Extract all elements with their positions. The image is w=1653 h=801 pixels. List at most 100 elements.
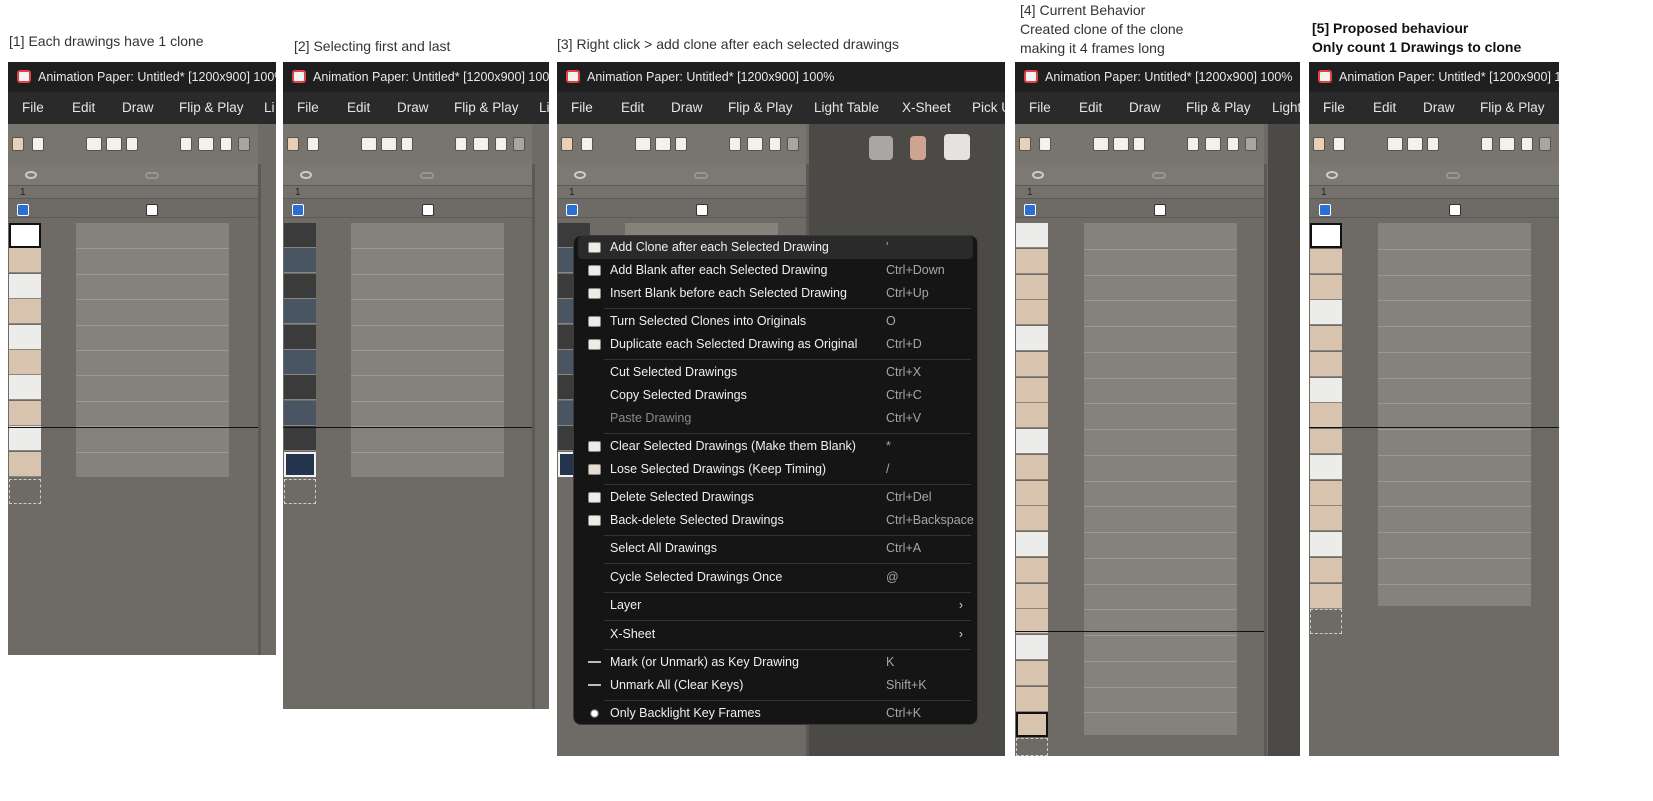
clone-cell[interactable] bbox=[1016, 352, 1048, 377]
paper-icon[interactable] bbox=[307, 137, 319, 151]
drawing-cell[interactable] bbox=[1310, 223, 1342, 248]
clone-cell-selected[interactable] bbox=[284, 299, 316, 324]
xsheet-double-icon[interactable] bbox=[473, 137, 489, 151]
menu-pick[interactable]: Pick U bbox=[972, 92, 1005, 124]
add-drawing-icon[interactable] bbox=[1387, 137, 1403, 151]
xsheet-single-icon[interactable] bbox=[495, 137, 507, 151]
menu-light-table[interactable]: Light Table bbox=[814, 92, 879, 124]
divide-icon[interactable] bbox=[1133, 137, 1145, 151]
peg-icon[interactable] bbox=[238, 137, 250, 151]
clone-cell[interactable] bbox=[9, 248, 41, 273]
onion-skin-icon[interactable] bbox=[1313, 137, 1325, 151]
splitter[interactable] bbox=[258, 164, 261, 655]
divide-icon[interactable] bbox=[675, 137, 687, 151]
ctx-insert-blank[interactable]: Insert Blank before each Selected Drawin… bbox=[578, 282, 973, 305]
drawing-cell[interactable] bbox=[1016, 429, 1048, 454]
drawing-cell[interactable] bbox=[1310, 300, 1342, 325]
clone-mode-icon[interactable] bbox=[1024, 204, 1036, 216]
add-drawing-icon[interactable] bbox=[1093, 137, 1109, 151]
splitter[interactable] bbox=[532, 164, 535, 709]
drawing-cell[interactable] bbox=[9, 325, 41, 350]
menu-draw[interactable]: Draw bbox=[671, 92, 703, 124]
xsheet-double-icon[interactable] bbox=[198, 137, 214, 151]
clone-cell[interactable] bbox=[1016, 455, 1048, 480]
light-table-pencil-icon[interactable] bbox=[910, 136, 926, 160]
paper-icon[interactable] bbox=[1333, 137, 1345, 151]
dice-icon[interactable] bbox=[1407, 137, 1423, 151]
paper-icon[interactable] bbox=[581, 137, 593, 151]
drawing-cell[interactable] bbox=[1016, 635, 1048, 660]
clone-cell[interactable] bbox=[1016, 300, 1048, 325]
menu-flip-play[interactable]: Flip & Play bbox=[1480, 92, 1545, 124]
xsheet-single-icon[interactable] bbox=[1227, 137, 1239, 151]
menu-light-table[interactable]: Li bbox=[264, 92, 275, 124]
pen-icon[interactable] bbox=[696, 204, 708, 216]
clone-cell[interactable] bbox=[1310, 352, 1342, 377]
ctx-cut[interactable]: Cut Selected Drawings Ctrl+X bbox=[578, 361, 973, 384]
empty-cell[interactable] bbox=[1310, 609, 1342, 634]
drawing-cell[interactable] bbox=[1016, 223, 1048, 248]
pen-icon[interactable] bbox=[146, 204, 158, 216]
clone-cell-selected[interactable] bbox=[284, 248, 316, 273]
ctx-copy[interactable]: Copy Selected Drawings Ctrl+C bbox=[578, 384, 973, 407]
pen-icon[interactable] bbox=[422, 204, 434, 216]
drawing-cell[interactable] bbox=[1016, 532, 1048, 557]
clone-cell[interactable] bbox=[1016, 481, 1048, 506]
menu-light-table[interactable]: Li bbox=[539, 92, 549, 124]
clone-cell-focused[interactable] bbox=[1016, 712, 1048, 737]
clone-cell[interactable] bbox=[1310, 584, 1342, 609]
menu-file[interactable]: File bbox=[22, 92, 44, 124]
peg-icon[interactable] bbox=[513, 137, 525, 151]
clone-cell[interactable] bbox=[9, 452, 41, 477]
canvas-area[interactable] bbox=[1268, 124, 1300, 756]
xsheet-icon[interactable] bbox=[1481, 137, 1493, 151]
drawing-cell[interactable] bbox=[9, 426, 41, 451]
menu-file[interactable]: File bbox=[1029, 92, 1051, 124]
clone-mode-icon[interactable] bbox=[566, 204, 578, 216]
clone-cell[interactable] bbox=[1310, 275, 1342, 300]
menu-file[interactable]: File bbox=[297, 92, 319, 124]
peg-icon[interactable] bbox=[787, 137, 799, 151]
onion-skin-icon[interactable] bbox=[12, 137, 24, 151]
clone-cell[interactable] bbox=[1016, 661, 1048, 686]
clone-mode-icon[interactable] bbox=[17, 204, 29, 216]
ctx-unmark-all[interactable]: Unmark All (Clear Keys) Shift+K bbox=[578, 674, 973, 697]
clone-cell[interactable] bbox=[1016, 687, 1048, 712]
ctx-backlight-keys[interactable]: Only Backlight Key Frames Ctrl+K bbox=[578, 702, 973, 725]
paper-icon[interactable] bbox=[32, 137, 44, 151]
menu-draw[interactable]: Draw bbox=[397, 92, 429, 124]
menu-draw[interactable]: Draw bbox=[1129, 92, 1161, 124]
menu-light-table[interactable]: Light bbox=[1272, 92, 1300, 124]
ctx-xsheet-submenu[interactable]: X-Sheet › bbox=[578, 623, 973, 646]
peg-icon[interactable] bbox=[1539, 137, 1551, 151]
dice-icon[interactable] bbox=[1113, 137, 1129, 151]
menu-draw[interactable]: Draw bbox=[1423, 92, 1455, 124]
drawing-cell-selected[interactable] bbox=[284, 375, 316, 400]
link-icon[interactable] bbox=[1446, 172, 1460, 179]
divide-icon[interactable] bbox=[401, 137, 413, 151]
clone-cell[interactable] bbox=[9, 401, 41, 426]
ctx-cycle[interactable]: Cycle Selected Drawings Once @ bbox=[578, 566, 973, 589]
drawing-cell[interactable] bbox=[9, 223, 41, 248]
peg-icon[interactable] bbox=[1245, 137, 1257, 151]
divide-icon[interactable] bbox=[1427, 137, 1439, 151]
ctx-clones-to-originals[interactable]: Turn Selected Clones into Originals O bbox=[578, 310, 973, 333]
clone-cell[interactable] bbox=[1310, 481, 1342, 506]
drawing-cell[interactable] bbox=[1016, 326, 1048, 351]
xsheet-icon[interactable] bbox=[455, 137, 467, 151]
eye-icon[interactable] bbox=[25, 171, 37, 179]
pen-icon[interactable] bbox=[1449, 204, 1461, 216]
dice-icon[interactable] bbox=[106, 137, 122, 151]
clone-cell[interactable] bbox=[1310, 249, 1342, 274]
clone-cell[interactable] bbox=[1310, 429, 1342, 454]
ctx-select-all[interactable]: Select All Drawings Ctrl+A bbox=[578, 537, 973, 560]
clone-cell-focused[interactable] bbox=[284, 452, 316, 477]
clone-cell[interactable] bbox=[1016, 275, 1048, 300]
menu-edit[interactable]: Edit bbox=[621, 92, 644, 124]
add-drawing-icon[interactable] bbox=[635, 137, 651, 151]
link-icon[interactable] bbox=[420, 172, 434, 179]
xsheet-double-icon[interactable] bbox=[1205, 137, 1221, 151]
empty-cell[interactable] bbox=[1016, 738, 1048, 756]
empty-cell[interactable] bbox=[9, 479, 41, 504]
clone-cell[interactable] bbox=[1310, 326, 1342, 351]
